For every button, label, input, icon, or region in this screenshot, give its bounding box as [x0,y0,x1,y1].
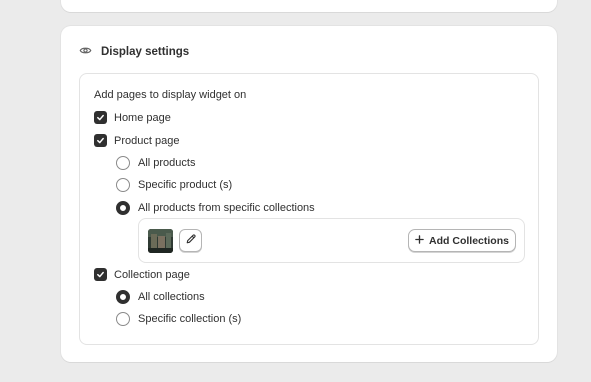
product-page-label: Product page [114,134,180,147]
collection-page-option[interactable]: Collection page [94,268,190,281]
pages-section: Add pages to display widget on Home page… [79,73,539,345]
products-from-collections-option[interactable]: All products from specific collections [116,201,315,215]
add-collections-button[interactable]: Add Collections [408,229,516,252]
pencil-icon [185,233,197,248]
product-page-checkbox[interactable] [94,134,107,147]
section-lead: Add pages to display widget on [94,89,247,101]
all-collections-option[interactable]: All collections [116,290,205,304]
add-collections-label: Add Collections [429,234,509,247]
products-from-collections-label: All products from specific collections [138,202,315,214]
display-settings-card: Display settings Add pages to display wi… [61,26,557,362]
collections-picker: Add Collections [138,218,525,263]
all-collections-label: All collections [138,291,205,303]
all-products-label: All products [138,157,196,169]
all-collections-radio[interactable] [116,290,130,304]
home-page-checkbox[interactable] [94,111,107,124]
collection-page-checkbox[interactable] [94,268,107,281]
home-page-label: Home page [114,111,171,124]
all-products-option[interactable]: All products [116,156,195,170]
specific-products-label: Specific product (s) [138,179,233,191]
card-title: Display settings [101,46,190,58]
specific-products-radio[interactable] [116,178,130,192]
eye-icon [79,44,92,60]
edit-collections-button[interactable] [179,229,202,252]
all-products-radio[interactable] [116,156,130,170]
specific-collections-radio[interactable] [116,312,130,326]
home-page-option[interactable]: Home page [94,111,171,124]
specific-products-option[interactable]: Specific product (s) [116,178,232,192]
products-from-collections-radio[interactable] [116,201,130,215]
specific-collections-option[interactable]: Specific collection (s) [116,312,241,326]
product-page-option[interactable]: Product page [94,134,179,147]
card-header: Display settings [79,44,189,60]
collection-thumbnail [148,229,173,253]
specific-collections-label: Specific collection (s) [138,313,242,325]
collection-page-label: Collection page [114,268,190,281]
plus-icon [415,234,424,247]
previous-card [61,0,557,12]
